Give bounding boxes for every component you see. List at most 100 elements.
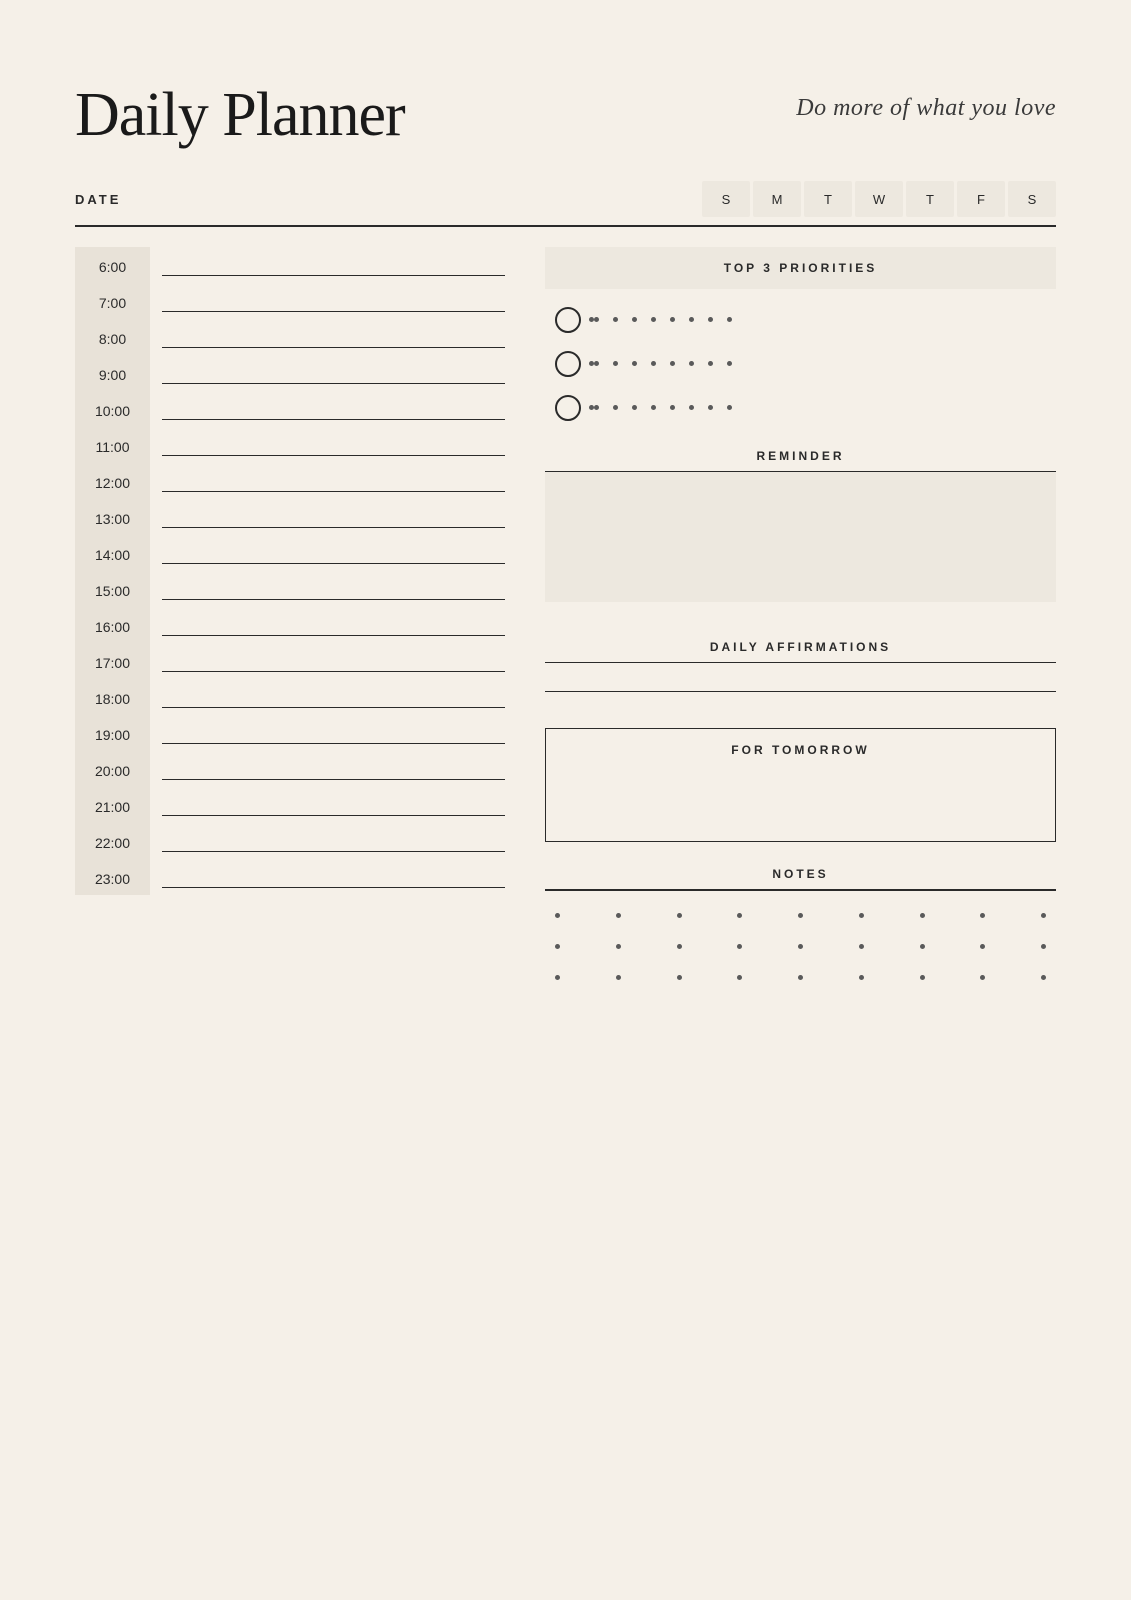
dot xyxy=(651,405,656,410)
dot xyxy=(708,405,713,410)
notes-dot xyxy=(798,913,803,918)
notes-dot xyxy=(616,944,621,949)
time-label-1500: 15:00 xyxy=(75,571,150,607)
day-F[interactable]: F xyxy=(957,181,1005,217)
time-label-2100: 21:00 xyxy=(75,787,150,823)
dot xyxy=(594,361,599,366)
notes-dot xyxy=(616,913,621,918)
notes-label: NOTES xyxy=(545,867,1056,881)
notes-dot xyxy=(798,944,803,949)
priority-circle-3[interactable] xyxy=(555,395,581,421)
time-label-1000: 10:00 xyxy=(75,391,150,427)
time-label-600: 6:00 xyxy=(75,247,150,283)
time-line-1400 xyxy=(162,563,505,564)
time-slot-1400: 14:00 xyxy=(75,535,505,571)
priorities-header: TOP 3 PRIORITIES xyxy=(545,247,1056,289)
time-line-900 xyxy=(162,383,505,384)
time-slot-1300: 13:00 xyxy=(75,499,505,535)
time-slot-1500: 15:00 xyxy=(75,571,505,607)
notes-dot xyxy=(616,975,621,980)
notes-divider xyxy=(545,889,1056,891)
time-line-2200 xyxy=(162,851,505,852)
notes-dot xyxy=(920,944,925,949)
time-line-700 xyxy=(162,311,505,312)
day-S2[interactable]: S xyxy=(1008,181,1056,217)
for-tomorrow-box[interactable]: FOR TOMORROW xyxy=(545,728,1056,842)
time-label-1300: 13:00 xyxy=(75,499,150,535)
day-W[interactable]: W xyxy=(855,181,903,217)
time-label-1100: 11:00 xyxy=(75,427,150,463)
notes-dot xyxy=(1041,975,1046,980)
notes-dot xyxy=(737,975,742,980)
days-row: S M T W T F S xyxy=(699,181,1056,217)
priority-item-1[interactable] xyxy=(545,307,1056,333)
priority-dots-2 xyxy=(594,361,1046,366)
time-label-1600: 16:00 xyxy=(75,607,150,643)
notes-dot xyxy=(859,913,864,918)
day-S1[interactable]: S xyxy=(702,181,750,217)
dot xyxy=(613,361,618,366)
time-label-900: 9:00 xyxy=(75,355,150,391)
notes-dot xyxy=(555,944,560,949)
affirmation-line-2[interactable] xyxy=(545,691,1056,692)
time-label-2200: 22:00 xyxy=(75,823,150,859)
dot xyxy=(594,317,599,322)
dot xyxy=(727,361,732,366)
time-line-1800 xyxy=(162,707,505,708)
time-label-1400: 14:00 xyxy=(75,535,150,571)
time-line-2300 xyxy=(162,887,505,888)
date-days-row: DATE S M T W T F S xyxy=(75,181,1056,217)
time-slot-1900: 19:00 xyxy=(75,715,505,751)
time-line-2000 xyxy=(162,779,505,780)
priority-item-2[interactable] xyxy=(545,351,1056,377)
notes-dot xyxy=(1041,913,1046,918)
time-slot-2100: 21:00 xyxy=(75,787,505,823)
time-slot-700: 7:00 xyxy=(75,283,505,319)
time-slot-1000: 10:00 xyxy=(75,391,505,427)
priority-item-3[interactable] xyxy=(545,395,1056,421)
time-label-700: 7:00 xyxy=(75,283,150,319)
notes-dot xyxy=(859,944,864,949)
priority-circle-1[interactable] xyxy=(555,307,581,333)
dot xyxy=(632,361,637,366)
dot xyxy=(651,361,656,366)
notes-dot xyxy=(555,975,560,980)
dot xyxy=(708,361,713,366)
time-slot-800: 8:00 xyxy=(75,319,505,355)
notes-dot xyxy=(920,913,925,918)
notes-dot xyxy=(920,975,925,980)
time-label-2000: 20:00 xyxy=(75,751,150,787)
notes-dot xyxy=(677,913,682,918)
dot xyxy=(708,317,713,322)
notes-section: NOTES xyxy=(545,867,1056,1006)
affirmations-label: DAILY AFFIRMATIONS xyxy=(545,640,1056,654)
notes-dot xyxy=(798,975,803,980)
affirmation-line-1[interactable] xyxy=(545,662,1056,663)
dot xyxy=(727,405,732,410)
time-line-2100 xyxy=(162,815,505,816)
time-line-1500 xyxy=(162,599,505,600)
time-line-1700 xyxy=(162,671,505,672)
day-M[interactable]: M xyxy=(753,181,801,217)
time-slot-1700: 17:00 xyxy=(75,643,505,679)
dot xyxy=(651,317,656,322)
header-divider xyxy=(75,225,1056,227)
dot xyxy=(670,361,675,366)
right-column: TOP 3 PRIORITIES xyxy=(545,247,1056,1006)
notes-dot xyxy=(737,944,742,949)
time-label-1700: 17:00 xyxy=(75,643,150,679)
day-T2[interactable]: T xyxy=(906,181,954,217)
page-subtitle: Do more of what you love xyxy=(796,95,1056,122)
reminder-box[interactable] xyxy=(545,472,1056,602)
dot xyxy=(689,317,694,322)
time-slot-2000: 20:00 xyxy=(75,751,505,787)
day-T1[interactable]: T xyxy=(804,181,852,217)
priority-dots-3 xyxy=(594,405,1046,410)
header: Daily Planner Do more of what you love xyxy=(75,80,1056,151)
for-tomorrow-label: FOR TOMORROW xyxy=(546,729,1055,771)
notes-dot xyxy=(1041,944,1046,949)
priority-circle-2[interactable] xyxy=(555,351,581,377)
time-slot-900: 9:00 xyxy=(75,355,505,391)
affirmations-section: DAILY AFFIRMATIONS xyxy=(545,630,1056,720)
for-tomorrow-content[interactable] xyxy=(546,771,1055,841)
